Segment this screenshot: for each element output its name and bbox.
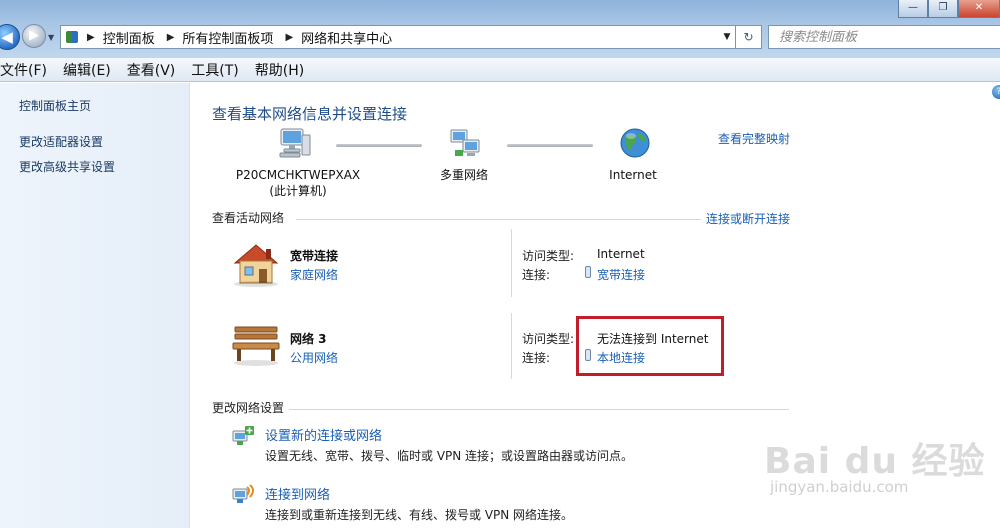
forward-button[interactable]: ▶ bbox=[22, 24, 46, 48]
computer-icon bbox=[279, 128, 311, 158]
menu-edit[interactable]: 编辑(E) bbox=[63, 60, 119, 80]
breadcrumb-separator-icon[interactable]: ▶ bbox=[87, 32, 95, 43]
connect-network-link[interactable]: 连接到网络 bbox=[265, 484, 330, 503]
setup-connection-description: 设置无线、宽带、拨号、临时或 VPN 连接；或设置路由器或访问点。 bbox=[265, 449, 634, 463]
history-dropdown-icon[interactable]: ▼ bbox=[48, 33, 54, 42]
control-panel-icon bbox=[61, 26, 83, 48]
highlight-annotation bbox=[576, 316, 724, 376]
page-title: 查看基本网络信息并设置连接 bbox=[212, 105, 408, 123]
breadcrumb-separator-icon[interactable]: ▶ bbox=[285, 32, 293, 43]
map-computer: P20CMCHKTWEPXAX (此计算机) bbox=[235, 167, 361, 199]
setup-connection-link[interactable]: 设置新的连接或网络 bbox=[265, 425, 382, 444]
network-name: 宽带连接 bbox=[290, 249, 339, 263]
menu-help[interactable]: 帮助(H) bbox=[255, 60, 312, 80]
connection-label: 连接: bbox=[522, 268, 551, 282]
house-icon bbox=[233, 244, 279, 287]
address-dropdown-icon[interactable]: ▼ bbox=[719, 32, 735, 42]
network-type-link[interactable]: 公用网络 bbox=[290, 349, 338, 366]
connect-network-description: 连接到或重新连接到无线、有线、拨号或 VPN 网络连接。 bbox=[265, 508, 574, 522]
new-connection-icon bbox=[232, 426, 254, 445]
access-type-label: 访问类型: bbox=[522, 332, 575, 346]
sidebar-item-sharing-settings[interactable]: 更改高级共享设置 bbox=[19, 158, 115, 175]
computer-note: (此计算机) bbox=[269, 184, 327, 198]
menu-file[interactable]: 文件(F) bbox=[0, 60, 55, 80]
connection-link[interactable]: 宽带连接 bbox=[597, 266, 645, 283]
connection-label: 连接: bbox=[522, 351, 551, 365]
internet-globe-icon bbox=[620, 128, 650, 158]
multiple-networks-icon bbox=[450, 129, 480, 156]
search-input[interactable] bbox=[779, 26, 979, 48]
sidebar-item-adapter-settings[interactable]: 更改适配器设置 bbox=[19, 133, 103, 150]
address-bar[interactable]: ▶ 控制面板 ▶ 所有控制面板项 ▶ 网络和共享中心 ▼ bbox=[60, 25, 736, 49]
refresh-button[interactable]: ↻ bbox=[736, 25, 762, 49]
column-divider bbox=[511, 313, 512, 379]
full-map-link[interactable]: 查看完整映射 bbox=[718, 130, 790, 147]
map-connector bbox=[336, 144, 422, 147]
network-type-link[interactable]: 家庭网络 bbox=[290, 266, 338, 283]
breadcrumb-control-panel[interactable]: 控制面板 bbox=[103, 28, 155, 47]
menu-tools[interactable]: 工具(T) bbox=[191, 60, 246, 80]
watermark-url: jingyan.baidu.com bbox=[770, 478, 909, 496]
breadcrumb-separator-icon[interactable]: ▶ bbox=[167, 32, 175, 43]
bench-icon bbox=[232, 326, 280, 366]
access-type-value: Internet bbox=[597, 247, 645, 261]
active-networks-heading: 查看活动网络 bbox=[212, 211, 285, 225]
connect-disconnect-link[interactable]: 连接或断开连接 bbox=[706, 210, 790, 227]
menu-view[interactable]: 查看(V) bbox=[127, 60, 184, 80]
map-internet: Internet bbox=[609, 168, 657, 182]
change-settings-heading: 更改网络设置 bbox=[212, 401, 285, 415]
sidebar: 控制面板主页 更改适配器设置 更改高级共享设置 bbox=[0, 83, 190, 528]
back-button[interactable]: ◀ bbox=[0, 24, 20, 50]
back-arrow-icon: ◀ bbox=[1, 28, 13, 46]
menu-bar: 文件(F) 编辑(E) 查看(V) 工具(T) 帮助(H) bbox=[0, 58, 1000, 82]
minimize-button[interactable]: — bbox=[898, 0, 928, 18]
network-name: 网络 3 bbox=[290, 332, 327, 346]
map-connector bbox=[507, 144, 593, 147]
map-multiple-networks: 多重网络 bbox=[439, 168, 488, 182]
forward-arrow-icon: ▶ bbox=[29, 28, 39, 43]
maximize-button[interactable]: ❐ bbox=[928, 0, 958, 18]
sidebar-item-home[interactable]: 控制面板主页 bbox=[19, 97, 91, 114]
connection-plug-icon bbox=[585, 266, 591, 278]
watermark-logo: Bai du 经验 bbox=[764, 441, 986, 482]
breadcrumb-all-items[interactable]: 所有控制面板项 bbox=[182, 28, 273, 47]
breadcrumb-network-center[interactable]: 网络和共享中心 bbox=[301, 28, 392, 47]
title-bar: — ❐ ✕ ◀ ▶ ▼ ▶ 控制面板 ▶ 所有控制面板项 ▶ 网络和共享中心 ▼… bbox=[0, 0, 1000, 62]
close-button[interactable]: ✕ bbox=[958, 0, 1000, 18]
access-type-label: 访问类型: bbox=[522, 249, 575, 263]
computer-name: P20CMCHKTWEPXAX bbox=[235, 168, 361, 182]
help-icon[interactable]: ? bbox=[992, 85, 1000, 99]
refresh-icon: ↻ bbox=[743, 30, 754, 44]
column-divider bbox=[511, 229, 512, 297]
section-divider bbox=[296, 219, 701, 220]
window-controls: — ❐ ✕ bbox=[898, 0, 1000, 18]
connect-network-icon bbox=[232, 484, 254, 503]
search-box[interactable] bbox=[768, 25, 1000, 49]
section-divider bbox=[289, 409, 789, 410]
